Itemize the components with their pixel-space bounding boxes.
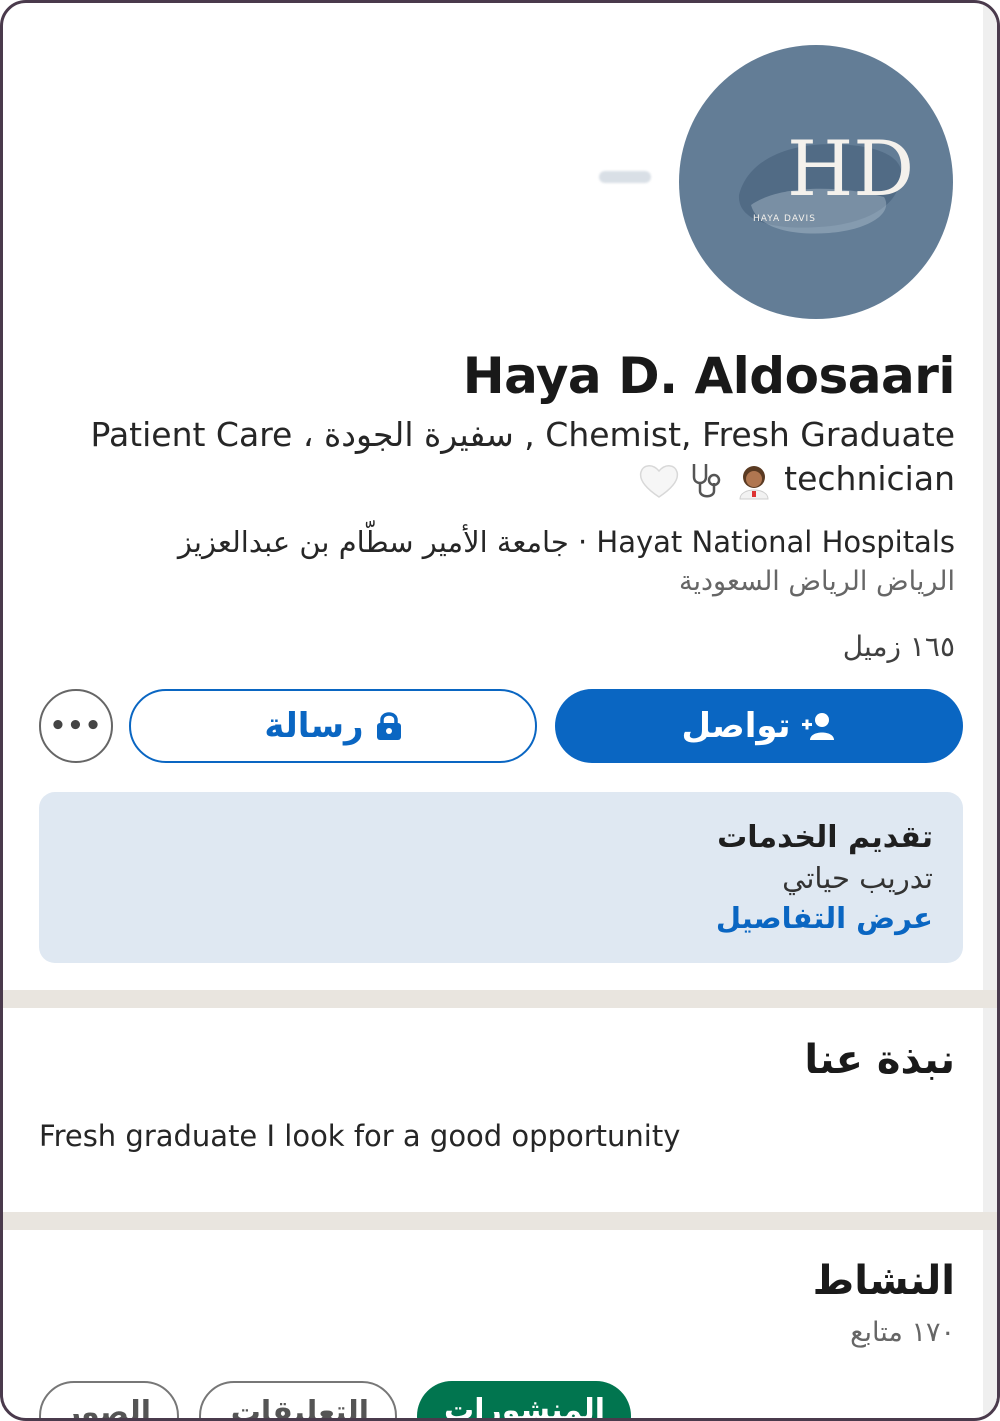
headline-emojis	[638, 461, 774, 501]
tab-posts[interactable]: المنشورات	[417, 1381, 631, 1418]
services-card[interactable]: تقديم الخدمات تدريب حياتي عرض التفاصيل	[39, 792, 963, 963]
woman-health-worker-emoji	[739, 465, 769, 499]
message-button[interactable]: رسالة	[129, 689, 537, 763]
about-title: نبذة عنا	[804, 1037, 955, 1083]
message-label: رسالة	[264, 706, 364, 746]
add-person-icon	[802, 713, 835, 740]
more-icon: •••	[49, 711, 103, 741]
connect-button[interactable]: تواصل	[555, 689, 963, 763]
avatar-logo-icon: HD HAYA DAVIS	[738, 124, 914, 234]
section-divider	[3, 1212, 997, 1230]
services-subtitle: تدريب حياتي	[782, 861, 933, 895]
profile-headline: Chemist, Fresh Graduate , سفيرة الجودة ،…	[55, 413, 955, 501]
services-title: تقديم الخدمات	[717, 820, 933, 855]
services-details-link[interactable]: عرض التفاصيل	[69, 898, 933, 938]
more-options-button[interactable]: •••	[39, 689, 113, 763]
tab-images[interactable]: الصور	[39, 1381, 179, 1418]
section-divider	[3, 990, 997, 1008]
profile-location: الرياض الرياض السعودية	[679, 566, 955, 597]
about-text: Fresh graduate I look for a good opportu…	[39, 1119, 681, 1153]
activity-followers: ١٧٠ متابع	[850, 1317, 955, 1348]
connect-label: تواصل	[681, 706, 791, 746]
profile-avatar[interactable]: HD HAYA DAVIS	[679, 45, 953, 319]
svg-text:HD: HD	[787, 124, 914, 213]
stethoscope-emoji	[692, 463, 720, 497]
headline-line-2: technician	[55, 457, 955, 501]
white-heart-emoji	[639, 464, 678, 498]
scroll-edge	[983, 3, 997, 1418]
headline-line-1: Chemist, Fresh Graduate , سفيرة الجودة ،…	[90, 415, 955, 454]
lock-icon	[376, 712, 401, 740]
profile-company[interactable]: Hayat National Hospitals · جامعة الأمير …	[178, 525, 955, 559]
profile-name: Haya D. Aldosaari	[462, 347, 956, 405]
profile-screen: HD HAYA DAVIS Haya D. Aldosaari Chemist,…	[0, 0, 1000, 1421]
banner-artifact	[599, 171, 651, 183]
activity-title: النشاط	[812, 1258, 955, 1304]
tab-comments[interactable]: التعليقات	[199, 1381, 397, 1418]
profile-connections[interactable]: ١٦٥ زميل	[843, 630, 955, 663]
svg-text:HAYA DAVIS: HAYA DAVIS	[753, 214, 816, 224]
headline-line-2-text: technician	[784, 459, 955, 498]
